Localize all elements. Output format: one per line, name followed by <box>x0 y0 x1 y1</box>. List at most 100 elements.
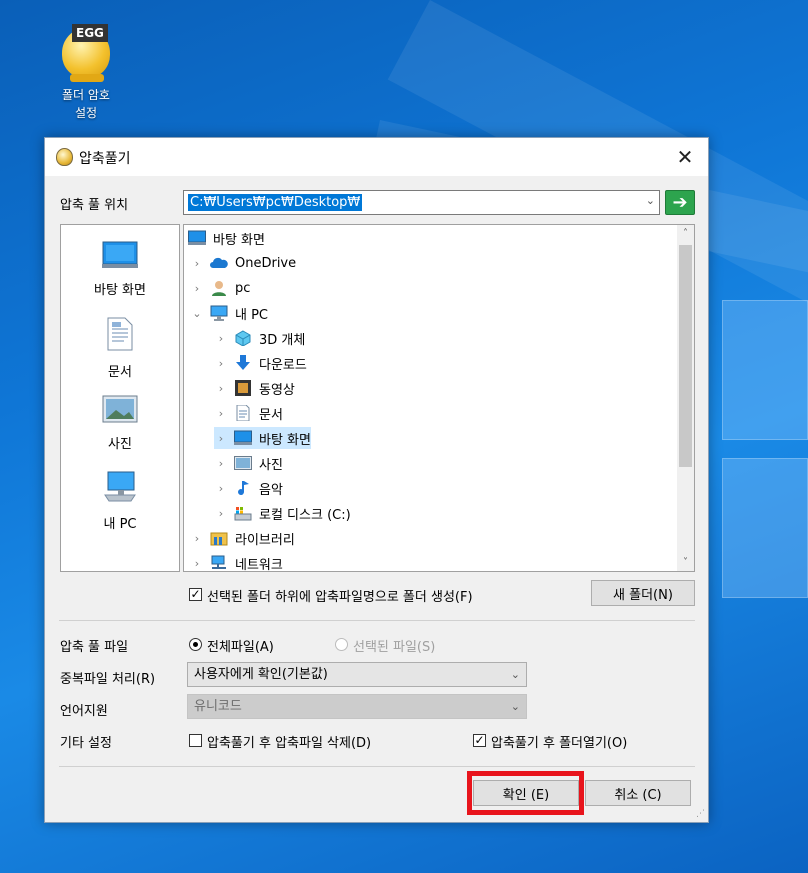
app-egg-icon <box>56 148 73 166</box>
places-panel: 바탕 화면 문서 사진 내 PC <box>60 224 180 572</box>
path-combobox[interactable]: C:₩Users₩pc₩Desktop₩ ⌄ <box>183 190 660 215</box>
chevron-down-icon[interactable]: ⌄ <box>190 307 204 320</box>
tree-item-label: 3D 개체 <box>259 332 306 348</box>
tree-item[interactable]: › 음악 <box>214 477 283 499</box>
chevron-right-icon[interactable]: › <box>214 507 228 520</box>
downloads-icon <box>234 355 252 371</box>
music-icon <box>234 480 252 496</box>
cancel-button[interactable]: 취소 (C) <box>585 780 691 806</box>
place-label: 문서 <box>108 365 132 380</box>
desktop-icon <box>102 241 138 268</box>
tree-item[interactable]: › 동영상 <box>214 377 295 399</box>
chevron-right-icon[interactable]: › <box>190 282 204 295</box>
radio-selected-files-label[interactable]: 선택된 파일(S) <box>353 636 435 655</box>
folder-tree[interactable]: 바탕 화면 › OneDrive › pc ⌄ 내 PC › 3D 개체 › 다운로드 › 동영상 › 문서… <box>183 224 695 572</box>
other-settings-label: 기타 설정 <box>60 736 112 751</box>
title-bar[interactable]: 압축풀기 ✕ <box>45 138 708 176</box>
chevron-down-icon: ⌄ <box>510 700 520 713</box>
place-documents[interactable]: 문서 <box>61 317 179 380</box>
tree-item[interactable]: 바탕 화면 <box>188 227 265 249</box>
duplicate-select-value: 사용자에게 확인(기본값) <box>194 667 328 682</box>
place-label: 바탕 화면 <box>94 283 146 298</box>
open-after-label[interactable]: 압축풀기 후 폴더열기(O) <box>491 732 627 751</box>
place-desktop[interactable]: 바탕 화면 <box>61 241 179 298</box>
scroll-thumb[interactable] <box>679 245 692 467</box>
place-this-pc[interactable]: 내 PC <box>61 471 179 532</box>
tree-item[interactable]: › 문서 <box>214 402 283 424</box>
tree-item-label: 바탕 화면 <box>259 432 311 448</box>
tree-item[interactable]: › 네트워크 <box>190 552 283 572</box>
language-select-value: 유니코드 <box>194 699 242 714</box>
tree-item-label: 문서 <box>259 407 283 423</box>
create-subfolder-label[interactable]: 선택된 폴더 하위에 압축파일명으로 폴더 생성(F) <box>207 586 473 605</box>
tree-item-label: 동영상 <box>259 382 295 398</box>
tree-item-label: 음악 <box>259 482 283 498</box>
radio-all-files-label[interactable]: 전체파일(A) <box>207 636 274 655</box>
language-label: 언어지원 <box>60 704 108 719</box>
tree-item-label: 로컬 디스크 (C:) <box>259 507 351 523</box>
libraries-icon <box>210 530 228 546</box>
radio-all-files[interactable] <box>189 638 202 651</box>
tree-item[interactable]: › 바탕 화면 <box>214 427 311 449</box>
tree-item-label: 네트워크 <box>235 557 283 572</box>
tree-item[interactable]: › 다운로드 <box>214 352 307 374</box>
chevron-down-icon[interactable]: ⌄ <box>646 194 655 207</box>
tree-item[interactable]: › 사진 <box>214 452 283 474</box>
chevron-right-icon[interactable]: › <box>214 482 228 495</box>
network-icon <box>210 555 228 571</box>
place-pictures[interactable]: 사진 <box>61 395 179 452</box>
desktop-icon-label: 폴더 암호 설정 <box>62 88 110 120</box>
new-folder-button[interactable]: 새 폴더(N) <box>591 580 695 606</box>
desktop-icon <box>188 230 206 246</box>
desktop-icon <box>234 430 252 446</box>
place-label: 사진 <box>108 437 132 452</box>
tree-scrollbar[interactable]: ˄ ˅ <box>677 225 694 571</box>
duplicate-label: 중복파일 처리(R) <box>60 672 156 687</box>
drive-icon <box>234 505 252 521</box>
chevron-right-icon[interactable]: › <box>214 357 228 370</box>
pictures-icon <box>102 395 138 423</box>
chevron-right-icon[interactable]: › <box>190 532 204 545</box>
place-label: 내 PC <box>103 517 137 532</box>
chevron-right-icon[interactable]: › <box>214 407 228 420</box>
3d-objects-icon <box>234 330 252 347</box>
tree-item-label: OneDrive <box>235 255 297 271</box>
tree-item[interactable]: › 3D 개체 <box>214 327 305 349</box>
arrow-right-icon: ➔ <box>672 191 688 213</box>
egg-app-icon: EGG <box>58 20 114 82</box>
pictures-icon <box>234 455 252 471</box>
chevron-right-icon[interactable]: › <box>214 457 228 470</box>
resize-grip-icon[interactable]: ⋰ <box>696 809 705 819</box>
desktop-shortcut-folder-lock[interactable]: EGG 폴더 암호 설정 <box>44 20 128 122</box>
duplicate-select[interactable]: 사용자에게 확인(기본값) ⌄ <box>187 662 527 687</box>
tree-item[interactable]: › pc <box>190 277 250 299</box>
open-after-checkbox[interactable]: ✓ <box>473 734 486 747</box>
go-button[interactable]: ➔ <box>665 190 695 215</box>
location-label: 압축 풀 위치 <box>60 198 129 213</box>
delete-after-label[interactable]: 압축풀기 후 압축파일 삭제(D) <box>207 732 371 751</box>
delete-after-checkbox[interactable] <box>189 734 202 747</box>
tree-item[interactable]: › 라이브러리 <box>190 527 295 549</box>
radio-selected-files[interactable] <box>335 638 348 651</box>
chevron-right-icon[interactable]: › <box>214 332 228 345</box>
wallpaper-window-tile <box>722 458 808 598</box>
extract-dialog: 압축풀기 ✕ 압축 풀 위치 C:₩Users₩pc₩Desktop₩ ⌄ ➔ … <box>44 137 709 823</box>
chevron-right-icon[interactable]: › <box>190 257 204 270</box>
tree-item[interactable]: ⌄ 내 PC <box>190 302 268 324</box>
chevron-right-icon[interactable]: › <box>190 557 204 570</box>
tree-item-label: pc <box>235 280 251 296</box>
path-input[interactable]: C:₩Users₩pc₩Desktop₩ <box>188 194 363 211</box>
tree-item-label: 다운로드 <box>259 357 307 373</box>
close-button[interactable]: ✕ <box>662 138 708 176</box>
chevron-right-icon[interactable]: › <box>214 382 228 395</box>
close-icon: ✕ <box>676 145 694 169</box>
extract-files-label: 압축 풀 파일 <box>60 640 129 655</box>
chevron-right-icon[interactable]: › <box>214 432 228 445</box>
scroll-down-icon[interactable]: ˅ <box>677 554 694 571</box>
language-select[interactable]: 유니코드 ⌄ <box>187 694 527 719</box>
create-subfolder-checkbox[interactable]: ✓ <box>189 588 202 601</box>
ok-button[interactable]: 확인 (E) <box>473 780 579 806</box>
tree-item[interactable]: › 로컬 디스크 (C:) <box>214 502 351 524</box>
scroll-up-icon[interactable]: ˄ <box>677 225 694 242</box>
tree-item[interactable]: › OneDrive <box>190 252 296 274</box>
